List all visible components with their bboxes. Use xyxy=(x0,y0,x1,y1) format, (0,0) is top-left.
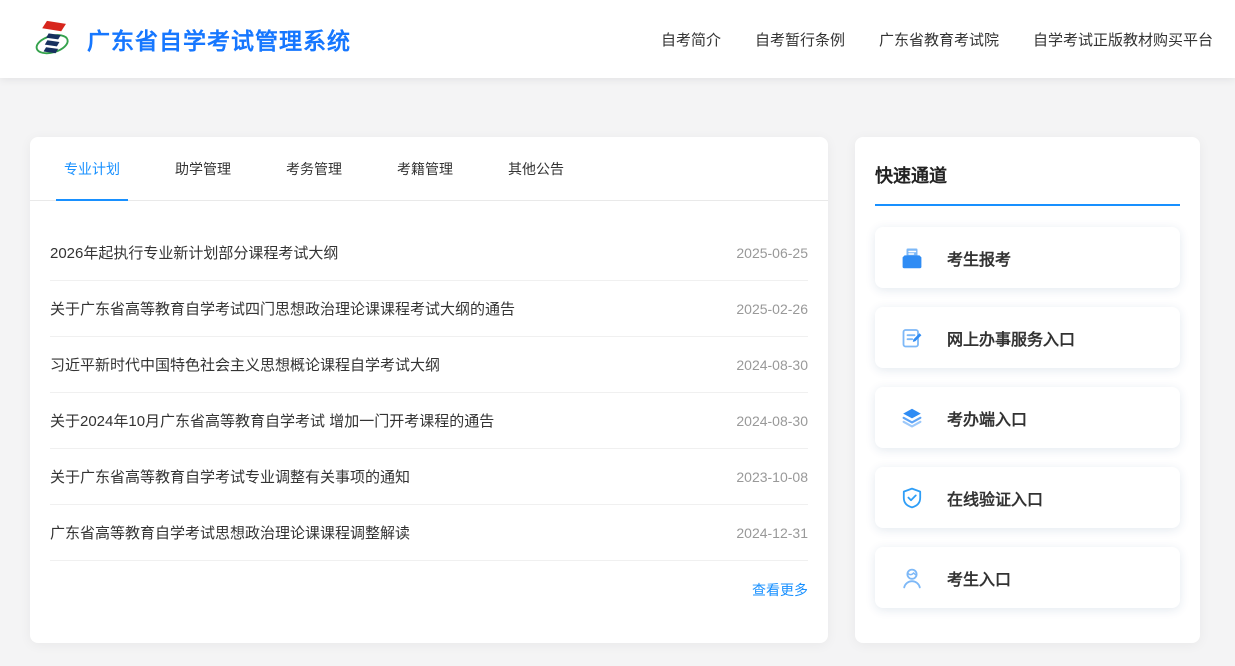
quick-link-label: 考生入口 xyxy=(947,566,1011,590)
notice-list-item[interactable]: 关于广东省高等教育自学考试专业调整有关事项的通知 2023-10-08 xyxy=(50,449,808,505)
notice-title[interactable]: 关于广东省高等教育自学考试专业调整有关事项的通知 xyxy=(50,466,410,487)
top-nav: 自考简介 自考暂行条例 广东省教育考试院 自学考试正版教材购买平台 xyxy=(661,29,1213,50)
notice-panel: 专业计划助学管理考务管理考籍管理其他公告 2026年起执行专业新计划部分课程考试… xyxy=(30,137,828,643)
notice-title[interactable]: 2026年起执行专业新计划部分课程考试大纲 xyxy=(50,242,338,263)
quick-panel-title: 快速通道 xyxy=(875,137,1180,206)
notice-list-item[interactable]: 关于2024年10月广东省高等教育自学考试 增加一门开考课程的通告 2024-0… xyxy=(50,393,808,449)
notice-tab[interactable]: 考务管理 xyxy=(282,137,346,200)
layers-icon xyxy=(900,406,924,430)
notice-list-item[interactable]: 广东省高等教育自学考试思想政治理论课课程调整解读 2024-12-31 xyxy=(50,505,808,561)
app-header: 广东省自学考试管理系统 自考简介 自考暂行条例 广东省教育考试院 自学考试正版教材购买… xyxy=(0,0,1235,78)
quick-access-panel: 快速通道 考生报考 网上办事服务入口 考办端入口 在线验证入口 考生入口 xyxy=(855,137,1200,643)
notice-title[interactable]: 关于2024年10月广东省高等教育自学考试 增加一门开考课程的通告 xyxy=(50,410,494,431)
notice-date: 2024-08-30 xyxy=(736,357,808,373)
quick-link-item[interactable]: 网上办事服务入口 xyxy=(875,307,1180,368)
top-nav-link[interactable]: 广东省教育考试院 xyxy=(879,29,999,50)
notice-date: 2024-08-30 xyxy=(736,413,808,429)
quick-link-item[interactable]: 考办端入口 xyxy=(875,387,1180,448)
notice-tab[interactable]: 其他公告 xyxy=(504,137,568,200)
quick-link-list: 考生报考 网上办事服务入口 考办端入口 在线验证入口 考生入口 xyxy=(875,227,1180,608)
notice-date: 2025-02-26 xyxy=(736,301,808,317)
notice-title[interactable]: 广东省高等教育自学考试思想政治理论课课程调整解读 xyxy=(50,522,410,543)
notice-list-item[interactable]: 习近平新时代中国特色社会主义思想概论课程自学考试大纲 2024-08-30 xyxy=(50,337,808,393)
quick-link-label: 在线验证入口 xyxy=(947,486,1043,510)
notice-date: 2025-06-25 xyxy=(736,245,808,261)
notice-title[interactable]: 关于广东省高等教育自学考试四门思想政治理论课课程考试大纲的通告 xyxy=(50,298,515,319)
quick-link-item[interactable]: 考生报考 xyxy=(875,227,1180,288)
quick-link-item[interactable]: 在线验证入口 xyxy=(875,467,1180,528)
brand: 广东省自学考试管理系统 xyxy=(34,17,351,61)
notice-list-item[interactable]: 2026年起执行专业新计划部分课程考试大纲 2025-06-25 xyxy=(50,225,808,281)
quick-link-label: 网上办事服务入口 xyxy=(947,326,1075,350)
form-edit-icon xyxy=(900,326,924,350)
quick-link-label: 考办端入口 xyxy=(947,406,1027,430)
notice-tab[interactable]: 专业计划 xyxy=(60,137,124,200)
user-icon xyxy=(900,566,924,590)
notice-list-item[interactable]: 关于广东省高等教育自学考试四门思想政治理论课课程考试大纲的通告 2025-02-… xyxy=(50,281,808,337)
view-more-link[interactable]: 查看更多 xyxy=(752,580,808,600)
quick-link-item[interactable]: 考生入口 xyxy=(875,547,1180,608)
top-nav-link[interactable]: 自考暂行条例 xyxy=(755,29,845,50)
notice-tab[interactable]: 考籍管理 xyxy=(393,137,457,200)
notice-title[interactable]: 习近平新时代中国特色社会主义思想概论课程自学考试大纲 xyxy=(50,354,440,375)
notice-list: 2026年起执行专业新计划部分课程考试大纲 2025-06-25 关于广东省高等… xyxy=(50,225,808,561)
notice-tab[interactable]: 助学管理 xyxy=(171,137,235,200)
page-title: 广东省自学考试管理系统 xyxy=(87,22,351,56)
site-logo-icon xyxy=(34,17,72,61)
top-nav-link[interactable]: 自学考试正版教材购买平台 xyxy=(1033,29,1213,50)
notice-tabs: 专业计划助学管理考务管理考籍管理其他公告 xyxy=(30,137,828,201)
more-row: 查看更多 xyxy=(30,561,828,600)
shield-check-icon xyxy=(900,486,924,510)
quick-link-label: 考生报考 xyxy=(947,246,1011,270)
main-content: 专业计划助学管理考务管理考籍管理其他公告 2026年起执行专业新计划部分课程考试… xyxy=(0,78,1235,643)
notice-date: 2024-12-31 xyxy=(736,525,808,541)
inbox-box-icon xyxy=(900,246,924,270)
notice-date: 2023-10-08 xyxy=(736,469,808,485)
top-nav-link[interactable]: 自考简介 xyxy=(661,29,721,50)
